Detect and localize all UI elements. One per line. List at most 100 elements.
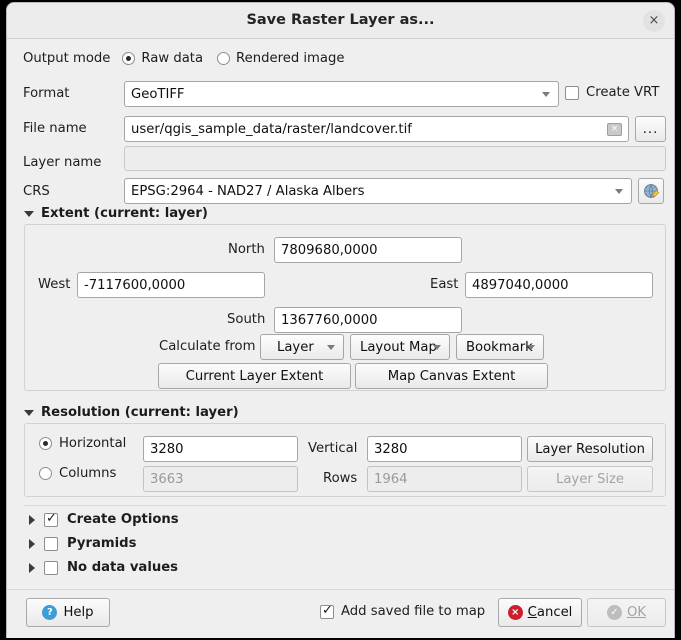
- rows-input: 1964: [367, 466, 522, 492]
- file-name-value: user/qgis_sample_data/raster/landcover.t…: [131, 122, 412, 137]
- crs-value: EPSG:2964 - NAD27 / Alaska Albers: [131, 184, 364, 199]
- resolution-section-title: Resolution (current: layer): [41, 405, 239, 420]
- chevron-down-icon[interactable]: [24, 211, 34, 217]
- format-label: Format: [23, 86, 69, 101]
- east-value: 4897040,0000: [472, 278, 569, 293]
- extent-section-header[interactable]: Extent (current: layer): [24, 206, 208, 221]
- radio-raw-data[interactable]: Raw data: [122, 51, 203, 66]
- create-options-label: Create Options: [67, 512, 179, 527]
- help-button[interactable]: ? Help: [26, 598, 110, 627]
- east-label: East: [430, 277, 458, 292]
- chevron-down-icon: [542, 92, 550, 97]
- chevron-down-icon: [527, 345, 535, 350]
- south-label: South: [227, 312, 265, 327]
- cancel-accel: C: [528, 605, 537, 620]
- output-mode-row: Output mode Raw data Rendered image: [23, 51, 344, 66]
- cancel-rest: ancel: [537, 605, 572, 620]
- no-data-values-checkbox[interactable]: [44, 561, 58, 575]
- west-input[interactable]: -7117600,0000: [77, 272, 265, 298]
- format-value: GeoTIFF: [131, 87, 185, 102]
- create-vrt-checkbox-indicator[interactable]: [565, 86, 579, 100]
- radio-raw-data-label: Raw data: [141, 51, 203, 66]
- file-name-input[interactable]: user/qgis_sample_data/raster/landcover.t…: [124, 116, 629, 142]
- west-label: West: [38, 277, 70, 292]
- radio-rendered-image[interactable]: Rendered image: [217, 51, 344, 66]
- crs-label: CRS: [23, 184, 50, 199]
- south-value: 1367760,0000: [281, 313, 378, 328]
- chevron-right-icon[interactable]: [29, 563, 35, 573]
- chevron-right-icon[interactable]: [29, 539, 35, 549]
- calculate-from-layer-button[interactable]: Layer: [260, 334, 344, 360]
- calculate-from-bookmark-label: Bookmark: [466, 340, 533, 355]
- clear-icon[interactable]: ×: [607, 123, 622, 136]
- add-saved-file-to-map-indicator[interactable]: [320, 605, 334, 619]
- output-mode-label: Output mode: [23, 51, 110, 66]
- radio-raw-data-indicator[interactable]: [122, 52, 135, 65]
- divider: [24, 505, 666, 506]
- no-data-values-section[interactable]: No data values: [29, 560, 178, 575]
- crs-globe-icon[interactable]: [638, 178, 664, 204]
- extent-groupbox: North 7809680,0000 West -7117600,0000 Ea…: [24, 224, 666, 391]
- calculate-from-layout-map-button[interactable]: Layout Map: [350, 334, 450, 360]
- vertical-input[interactable]: 3280: [367, 436, 522, 462]
- format-combobox[interactable]: GeoTIFF: [124, 81, 559, 107]
- south-input[interactable]: 1367760,0000: [274, 307, 462, 333]
- horizontal-value: 3280: [150, 442, 184, 457]
- create-options-checkbox[interactable]: [44, 513, 58, 527]
- radio-columns[interactable]: Columns: [39, 466, 116, 481]
- horizontal-label: Horizontal: [59, 436, 126, 451]
- radio-horizontal[interactable]: Horizontal: [39, 436, 126, 451]
- chevron-down-icon: [433, 345, 441, 350]
- columns-label: Columns: [59, 466, 116, 481]
- crs-globe-glyph: [643, 183, 660, 200]
- titlebar: Save Raster Layer as... ×: [7, 3, 674, 39]
- layer-name-input[interactable]: [124, 146, 666, 171]
- calculate-from-layout-map-label: Layout Map: [360, 340, 437, 355]
- dialog-title: Save Raster Layer as...: [7, 12, 674, 28]
- west-value: -7117600,0000: [84, 278, 185, 293]
- pyramids-section[interactable]: Pyramids: [29, 536, 136, 551]
- add-saved-file-to-map-checkbox[interactable]: Add saved file to map: [320, 604, 485, 619]
- chevron-down-icon: [615, 189, 623, 194]
- rows-label: Rows: [323, 471, 357, 486]
- radio-columns-indicator[interactable]: [39, 467, 52, 480]
- pyramids-checkbox[interactable]: [44, 537, 58, 551]
- create-vrt-checkbox[interactable]: Create VRT: [565, 85, 659, 100]
- create-options-section[interactable]: Create Options: [29, 512, 179, 527]
- calculate-from-bookmark-button[interactable]: Bookmark: [456, 334, 544, 360]
- cancel-label: Cancel: [528, 605, 573, 620]
- radio-rendered-image-label: Rendered image: [236, 51, 344, 66]
- no-data-values-label: No data values: [67, 560, 178, 575]
- horizontal-input[interactable]: 3280: [143, 436, 298, 462]
- cancel-icon: ×: [508, 605, 523, 620]
- layer-size-button: Layer Size: [527, 466, 653, 492]
- vertical-label: Vertical: [308, 441, 357, 456]
- chevron-down-icon[interactable]: [24, 410, 34, 416]
- map-canvas-extent-button[interactable]: Map Canvas Extent: [355, 363, 548, 389]
- extent-section-title: Extent (current: layer): [41, 206, 208, 221]
- close-icon[interactable]: ×: [643, 10, 665, 32]
- north-value: 7809680,0000: [281, 243, 378, 258]
- file-browse-button[interactable]: ...: [635, 116, 666, 142]
- ok-label: OK: [627, 605, 646, 620]
- ok-button: ✓ OK: [587, 598, 666, 627]
- resolution-section-header[interactable]: Resolution (current: layer): [24, 405, 239, 420]
- east-input[interactable]: 4897040,0000: [465, 272, 653, 298]
- columns-value: 3663: [150, 472, 184, 487]
- calculate-from-label: Calculate from: [159, 339, 255, 354]
- footer-divider: [7, 589, 675, 590]
- help-label: Help: [63, 605, 93, 620]
- north-input[interactable]: 7809680,0000: [274, 237, 462, 263]
- north-label: North: [228, 242, 265, 257]
- radio-rendered-image-indicator[interactable]: [217, 52, 230, 65]
- radio-horizontal-indicator[interactable]: [39, 437, 52, 450]
- layer-resolution-button[interactable]: Layer Resolution: [527, 436, 653, 462]
- current-layer-extent-button[interactable]: Current Layer Extent: [158, 363, 351, 389]
- save-raster-layer-dialog: Save Raster Layer as... × Output mode Ra…: [6, 2, 675, 638]
- crs-combobox[interactable]: EPSG:2964 - NAD27 / Alaska Albers: [124, 178, 632, 204]
- add-saved-file-to-map-label: Add saved file to map: [341, 604, 485, 619]
- chevron-right-icon[interactable]: [29, 515, 35, 525]
- pyramids-label: Pyramids: [67, 536, 136, 551]
- create-vrt-label: Create VRT: [586, 85, 659, 100]
- cancel-button[interactable]: × Cancel: [498, 598, 582, 627]
